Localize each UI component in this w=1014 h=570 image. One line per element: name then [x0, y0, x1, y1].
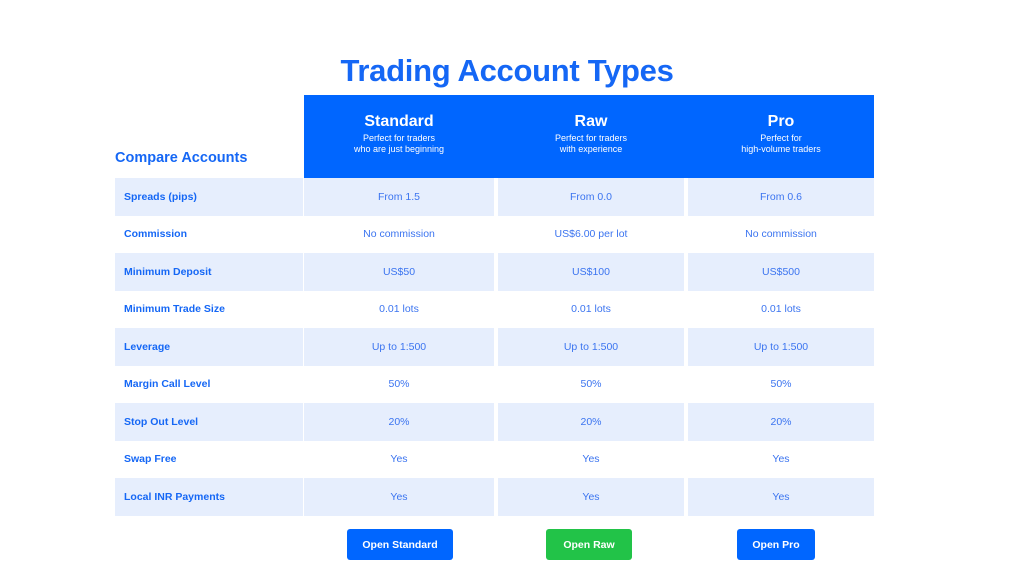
table-row: Swap Free Yes Yes Yes [115, 441, 874, 479]
row-label: Local INR Payments [115, 478, 303, 516]
row-value-pro: US$500 [688, 253, 874, 291]
table-row: Local INR Payments Yes Yes Yes [115, 478, 874, 516]
table-row: Leverage Up to 1:500 Up to 1:500 Up to 1… [115, 328, 874, 366]
row-value-raw: 20% [498, 403, 684, 441]
column-header-raw-subtitle-line1: Perfect for traders [554, 133, 628, 143]
cta-button-row: Open Standard Open Raw Open Pro [115, 529, 874, 560]
row-value-raw: US$100 [498, 253, 684, 291]
open-pro-button[interactable]: Open Pro [737, 529, 815, 560]
row-value-pro: 0.01 lots [761, 303, 801, 316]
column-header-standard-subtitle-line2: who are just beginning [353, 144, 445, 154]
row-value-pro: 20% [688, 403, 874, 441]
table-row: Minimum Deposit US$50 US$100 US$500 [115, 253, 874, 291]
row-label: Leverage [115, 328, 303, 366]
open-raw-button[interactable]: Open Raw [546, 529, 632, 560]
row-value-standard: Yes [304, 478, 494, 516]
account-comparison-table: Compare Accounts Standard Perfect for tr… [115, 95, 874, 516]
row-value-raw: 0.01 lots [571, 303, 611, 316]
compare-accounts-heading: Compare Accounts [115, 150, 248, 166]
row-label: Commission [124, 228, 188, 241]
row-value-pro: Yes [688, 478, 874, 516]
row-value-pro: Up to 1:500 [688, 328, 874, 366]
row-value-raw: 50% [580, 378, 602, 391]
row-value-standard: No commission [363, 228, 435, 241]
row-value-standard: From 1.5 [304, 178, 494, 216]
row-label: Swap Free [124, 453, 177, 466]
row-value-raw: From 0.0 [498, 178, 684, 216]
table-row: Commission No commission US$6.00 per lot… [115, 216, 874, 254]
column-header-raw-title: Raw [574, 113, 608, 130]
row-value-pro: 50% [770, 378, 792, 391]
column-header-standard-title: Standard [364, 113, 434, 130]
column-header-raw-subtitle-line2: with experience [559, 144, 623, 154]
row-label: Minimum Deposit [115, 253, 303, 291]
row-label: Spreads (pips) [115, 178, 303, 216]
row-label: Stop Out Level [115, 403, 303, 441]
column-header-pro-subtitle-line2: high-volume traders [741, 144, 821, 154]
row-label: Minimum Trade Size [124, 303, 225, 316]
row-value-pro: Yes [772, 453, 790, 466]
row-value-standard: 20% [304, 403, 494, 441]
row-value-standard: 0.01 lots [379, 303, 419, 316]
table-row: Spreads (pips) From 1.5 From 0.0 From 0.… [115, 178, 874, 216]
column-header-pro: Pro Perfect for high-volume traders [688, 95, 874, 178]
row-value-standard: 50% [388, 378, 410, 391]
table-row: Margin Call Level 50% 50% 50% [115, 366, 874, 404]
column-header-standard-subtitle-line1: Perfect for traders [362, 133, 436, 143]
column-header-standard: Standard Perfect for traders who are jus… [304, 95, 494, 178]
page-title: Trading Account Types [340, 52, 674, 88]
column-header-pro-title: Pro [767, 113, 795, 130]
row-value-standard: Yes [390, 453, 408, 466]
row-value-raw: Yes [582, 453, 600, 466]
row-value-standard: Up to 1:500 [304, 328, 494, 366]
row-label: Margin Call Level [124, 378, 211, 391]
row-value-raw: Up to 1:500 [498, 328, 684, 366]
table-row: Minimum Trade Size 0.01 lots 0.01 lots 0… [115, 291, 874, 329]
open-standard-button[interactable]: Open Standard [347, 529, 453, 560]
row-value-pro: From 0.6 [688, 178, 874, 216]
row-value-pro: No commission [745, 228, 817, 241]
row-value-raw: Yes [498, 478, 684, 516]
row-value-raw: US$6.00 per lot [554, 228, 628, 241]
column-header-raw: Raw Perfect for traders with experience [498, 95, 684, 178]
row-value-standard: US$50 [304, 253, 494, 291]
column-header-pro-subtitle-line1: Perfect for [760, 133, 802, 143]
table-row: Stop Out Level 20% 20% 20% [115, 403, 874, 441]
